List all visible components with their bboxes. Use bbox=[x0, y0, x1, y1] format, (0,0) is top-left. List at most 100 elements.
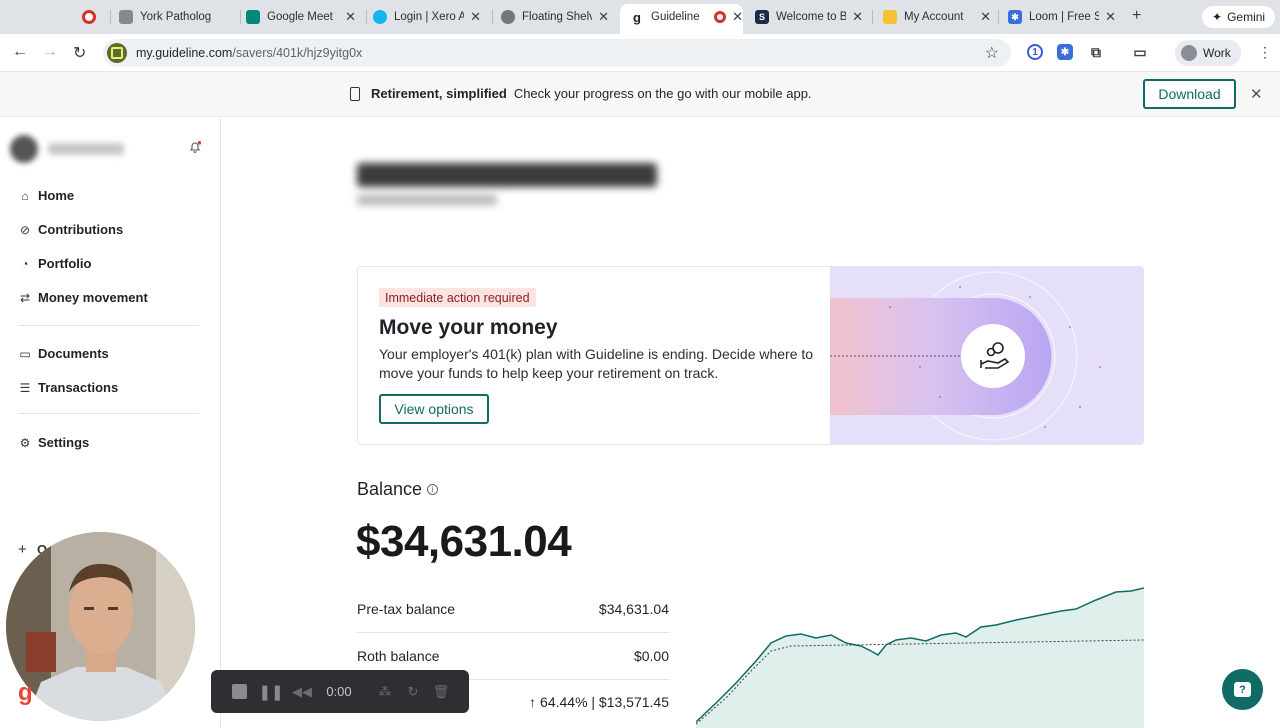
banner-heading: Retirement, simplified bbox=[371, 86, 507, 101]
sidebar-item-money-movement[interactable]: ⇄ Money movement bbox=[18, 290, 148, 305]
site-info-icon[interactable] bbox=[107, 43, 127, 63]
plan-name-redacted bbox=[357, 163, 657, 187]
transfer-icon: ⇄ bbox=[19, 290, 31, 305]
tab-separator bbox=[240, 10, 241, 24]
tab-floating-shelves[interactable]: Floating Shelv ✕ bbox=[501, 4, 609, 30]
rewind-button[interactable]: ◀◀ bbox=[291, 682, 313, 702]
info-icon[interactable]: i bbox=[427, 484, 439, 495]
password-manager-icon[interactable]: 1 bbox=[1027, 44, 1043, 60]
close-icon[interactable]: ✕ bbox=[1250, 85, 1263, 103]
back-icon[interactable]: ← bbox=[12, 43, 28, 61]
view-options-button[interactable]: View options bbox=[379, 394, 489, 424]
pause-icon: ❚❚ bbox=[258, 683, 284, 701]
url-host: my.guideline.com bbox=[136, 46, 233, 60]
forward-icon[interactable]: → bbox=[42, 43, 58, 61]
sidebar-item-contributions[interactable]: ⊘ Contributions bbox=[18, 222, 123, 237]
browser-tab-strip: York Patholog Google Meet ✕ Login | Xero… bbox=[0, 0, 1280, 34]
stop-icon bbox=[231, 684, 247, 699]
tab-title: Floating Shelv bbox=[522, 11, 593, 23]
loom-extension-icon[interactable]: ✱ bbox=[1057, 44, 1073, 60]
profile-label: Work bbox=[1203, 46, 1231, 60]
money-move-illustration bbox=[830, 267, 1143, 444]
move-money-alert-card: Immediate action required Move your mone… bbox=[357, 266, 1144, 445]
restart-button[interactable]: ↻ bbox=[403, 682, 423, 702]
tab-separator bbox=[492, 10, 493, 24]
extensions-icon[interactable]: ⧉ bbox=[1088, 44, 1104, 60]
close-icon[interactable]: ✕ bbox=[598, 9, 609, 25]
cast-icon[interactable]: ▭ bbox=[1132, 44, 1148, 60]
status-badge: Immediate action required bbox=[379, 288, 536, 307]
webcam-bubble[interactable] bbox=[6, 532, 195, 721]
gear-icon: ⚙ bbox=[19, 435, 31, 450]
download-button[interactable]: Download bbox=[1143, 79, 1236, 109]
new-tab-button[interactable]: + bbox=[1132, 7, 1141, 25]
delete-recording-button[interactable]: 🗑 bbox=[431, 682, 451, 702]
alert-body: Your employer's 401(k) plan with Guideli… bbox=[379, 346, 814, 381]
plus-icon: + bbox=[18, 541, 27, 558]
sparkle-icon: ✦ bbox=[1212, 10, 1223, 24]
close-icon[interactable]: ✕ bbox=[732, 9, 743, 25]
balance-history-chart[interactable] bbox=[696, 583, 1144, 728]
tab-welcome[interactable]: S Welcome to B ✕ bbox=[755, 4, 863, 30]
tab-title: Loom | Free S bbox=[1029, 11, 1100, 23]
balance-amount: $34,631.04 bbox=[356, 517, 572, 566]
reload-icon[interactable]: ↻ bbox=[73, 43, 86, 63]
restart-icon: ↻ bbox=[407, 683, 419, 699]
draw-icon: ⁂ bbox=[378, 683, 392, 699]
gemini-button[interactable]: ✦ Gemini bbox=[1202, 6, 1276, 28]
recording-timer: 0:00 bbox=[326, 684, 352, 699]
banner-text: Check your progress on the go with our m… bbox=[513, 86, 812, 101]
sidebar-item-label: Contributions bbox=[38, 222, 124, 237]
tab-separator bbox=[110, 10, 111, 24]
tab-my-account[interactable]: My Account ✕ bbox=[883, 4, 991, 30]
browser-toolbar: ← → ↻ my.guideline.com/savers/401k/hjz9y… bbox=[0, 34, 1280, 72]
chat-icon: ? bbox=[1234, 682, 1251, 697]
url-text[interactable]: my.guideline.com/savers/401k/hjz9yitg0x bbox=[136, 46, 362, 60]
stop-recording-button[interactable] bbox=[229, 682, 249, 702]
bell-icon[interactable] bbox=[189, 141, 201, 153]
home-icon: ⌂ bbox=[21, 188, 29, 203]
pause-button[interactable]: ❚❚ bbox=[258, 682, 284, 702]
tab-title: York Patholog bbox=[140, 11, 212, 23]
sidebar-item-transactions[interactable]: ☰ Transactions bbox=[18, 380, 119, 395]
documents-icon: ▭ bbox=[19, 346, 31, 361]
tab-google-meet[interactable]: Google Meet ✕ bbox=[246, 4, 356, 30]
tab-recording[interactable] bbox=[82, 4, 104, 30]
more-menu-icon[interactable]: ⋮ bbox=[1258, 44, 1272, 61]
phone-icon bbox=[350, 86, 360, 101]
row-label: Roth balance bbox=[357, 648, 440, 664]
close-icon[interactable]: ✕ bbox=[1105, 9, 1116, 25]
address-bar[interactable]: my.guideline.com/savers/401k/hjz9yitg0x … bbox=[103, 39, 1011, 67]
help-chat-button[interactable]: ? bbox=[1222, 669, 1263, 710]
sidebar-item-portfolio[interactable]: ◔ Portfolio bbox=[18, 256, 91, 271]
guideline-logo: g bbox=[18, 679, 33, 706]
york-icon bbox=[119, 10, 133, 24]
bookmark-star-icon[interactable]: ☆ bbox=[985, 43, 999, 63]
avatar bbox=[1181, 45, 1197, 61]
tab-xero[interactable]: Login | Xero A ✕ bbox=[373, 4, 481, 30]
sidebar-item-documents[interactable]: ▭ Documents bbox=[18, 346, 109, 361]
sidebar-item-home[interactable]: ⌂ Home bbox=[18, 188, 74, 203]
tab-separator bbox=[872, 10, 873, 24]
tab-york-pathology[interactable]: York Patholog bbox=[119, 4, 237, 30]
sidebar-item-label: Documents bbox=[38, 346, 109, 361]
close-icon[interactable]: ✕ bbox=[470, 9, 481, 25]
meet-icon bbox=[246, 10, 260, 24]
draw-tool-button[interactable]: ⁂ bbox=[375, 682, 395, 702]
close-icon[interactable]: ✕ bbox=[345, 9, 356, 25]
tab-loom[interactable]: ✱ Loom | Free S ✕ bbox=[1008, 4, 1116, 30]
avatar bbox=[10, 135, 38, 163]
profile-button[interactable]: Work bbox=[1175, 40, 1241, 66]
row-value: $0.00 bbox=[633, 648, 669, 664]
loom-icon: ✱ bbox=[1008, 10, 1022, 24]
b-icon: S bbox=[755, 10, 769, 24]
tab-guideline[interactable]: g Guideline ✕ bbox=[620, 4, 743, 34]
sidebar-item-settings[interactable]: ⚙ Settings bbox=[18, 435, 90, 450]
close-icon[interactable]: ✕ bbox=[852, 9, 863, 25]
account-icon bbox=[883, 10, 897, 24]
close-icon[interactable]: ✕ bbox=[980, 9, 991, 25]
user-profile-blurred[interactable] bbox=[10, 135, 124, 163]
record-icon bbox=[714, 11, 727, 23]
sidebar-item-label: Settings bbox=[38, 435, 90, 450]
rewind-icon: ◀◀ bbox=[292, 683, 312, 699]
